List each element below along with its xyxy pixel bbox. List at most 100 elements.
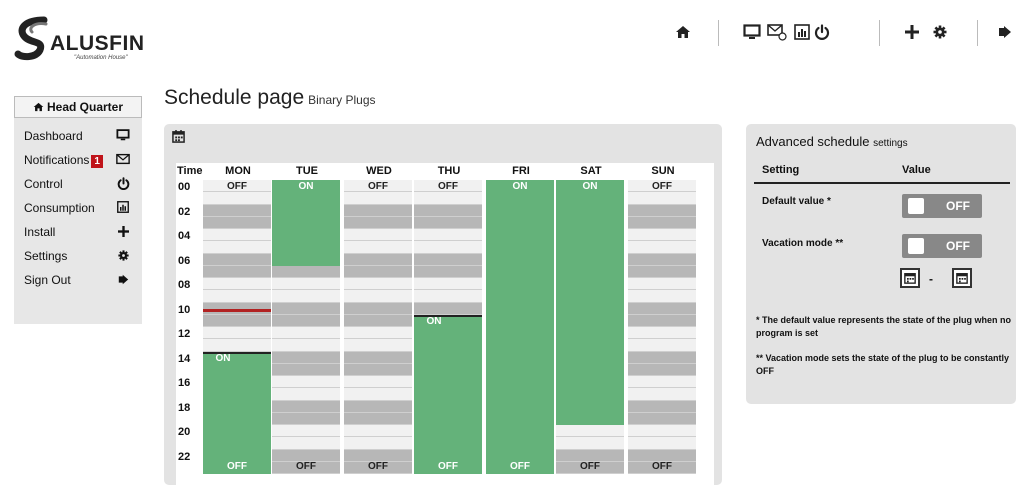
schedule-slot[interactable] [272, 314, 340, 327]
sidebar-location-button[interactable]: Head Quarter [14, 96, 142, 118]
on-period-block[interactable] [272, 180, 340, 266]
schedule-slot[interactable] [414, 302, 482, 315]
schedule-slot[interactable] [272, 363, 340, 376]
schedule-slot[interactable] [628, 376, 696, 389]
schedule-slot[interactable] [272, 351, 340, 364]
schedule-slot[interactable] [203, 253, 271, 266]
schedule-slot[interactable] [344, 412, 412, 425]
schedule-slot[interactable] [344, 192, 412, 205]
on-period-block[interactable] [203, 351, 271, 474]
schedule-slot[interactable] [344, 425, 412, 438]
schedule-slot[interactable] [272, 265, 340, 278]
schedule-slot[interactable] [272, 290, 340, 303]
schedule-slot[interactable] [344, 376, 412, 389]
schedule-slot[interactable] [414, 204, 482, 217]
schedule-slot[interactable] [344, 216, 412, 229]
schedule-slot[interactable] [344, 229, 412, 242]
schedule-slot[interactable] [628, 363, 696, 376]
power-icon[interactable] [812, 22, 832, 42]
calendar-icon[interactable] [172, 130, 185, 148]
schedule-slot[interactable] [344, 327, 412, 340]
sidebar-item-settings[interactable]: Settings [14, 244, 142, 268]
schedule-slot[interactable] [344, 253, 412, 266]
schedule-slot[interactable] [628, 425, 696, 438]
schedule-slot[interactable] [628, 314, 696, 327]
schedule-slot[interactable] [628, 327, 696, 340]
schedule-slot[interactable] [628, 437, 696, 450]
schedule-slot[interactable] [344, 449, 412, 462]
schedule-slot[interactable] [628, 265, 696, 278]
schedule-slot[interactable] [414, 216, 482, 229]
schedule-slot[interactable] [628, 412, 696, 425]
sidebar-item-sign-out[interactable]: Sign Out [14, 268, 142, 292]
sidebar-item-notifications[interactable]: Notifications 1 [14, 148, 142, 172]
schedule-slot[interactable] [203, 314, 271, 327]
schedule-slot[interactable] [414, 253, 482, 266]
schedule-slot[interactable] [628, 351, 696, 364]
vacation-end-date-button[interactable] [952, 268, 972, 288]
sidebar-item-control[interactable]: Control [14, 172, 142, 196]
schedule-slot[interactable] [344, 363, 412, 376]
schedule-slot[interactable] [203, 339, 271, 352]
schedule-slot[interactable] [203, 241, 271, 254]
schedule-slot[interactable] [628, 253, 696, 266]
schedule-slot[interactable] [414, 192, 482, 205]
default-value-toggle[interactable]: OFF [902, 194, 982, 218]
schedule-slot[interactable] [203, 204, 271, 217]
schedule-slot[interactable] [272, 376, 340, 389]
schedule-slot[interactable] [203, 216, 271, 229]
schedule-slot[interactable] [414, 278, 482, 291]
brand-logo[interactable]: ALUSFIN "Automation House" [14, 14, 154, 64]
schedule-slot[interactable] [556, 449, 624, 462]
vacation-mode-toggle[interactable]: OFF [902, 234, 982, 258]
schedule-slot[interactable] [628, 302, 696, 315]
schedule-slot[interactable] [628, 449, 696, 462]
schedule-slot[interactable] [272, 278, 340, 291]
on-period-block[interactable] [556, 180, 624, 425]
sidebar-item-dashboard[interactable]: Dashboard [14, 124, 142, 148]
schedule-slot[interactable] [203, 192, 271, 205]
schedule-slot[interactable] [628, 278, 696, 291]
schedule-slot[interactable] [628, 192, 696, 205]
schedule-slot[interactable] [203, 278, 271, 291]
sidebar-item-install[interactable]: Install [14, 220, 142, 244]
schedule-slot[interactable] [203, 327, 271, 340]
schedule-slot[interactable] [272, 327, 340, 340]
schedule-slot[interactable] [203, 265, 271, 278]
schedule-slot[interactable] [628, 229, 696, 242]
schedule-slot[interactable] [344, 351, 412, 364]
home-icon[interactable] [673, 22, 693, 42]
schedule-slot[interactable] [344, 290, 412, 303]
schedule-slot[interactable] [628, 241, 696, 254]
schedule-slot[interactable] [344, 278, 412, 291]
schedule-slot[interactable] [344, 339, 412, 352]
schedule-slot[interactable] [344, 302, 412, 315]
on-period-block[interactable] [414, 314, 482, 474]
schedule-slot[interactable] [344, 204, 412, 217]
schedule-slot[interactable] [272, 449, 340, 462]
schedule-slot[interactable] [628, 216, 696, 229]
schedule-slot[interactable] [272, 400, 340, 413]
schedule-slot[interactable] [344, 400, 412, 413]
mail-icon[interactable] [766, 22, 788, 42]
schedule-slot[interactable] [344, 388, 412, 401]
schedule-slot[interactable] [628, 339, 696, 352]
schedule-slot[interactable] [272, 302, 340, 315]
schedule-slot[interactable] [344, 265, 412, 278]
schedule-slot[interactable] [628, 290, 696, 303]
schedule-slot[interactable] [344, 437, 412, 450]
vacation-start-date-button[interactable] [900, 268, 920, 288]
schedule-slot[interactable] [344, 241, 412, 254]
schedule-slot[interactable] [272, 412, 340, 425]
schedule-slot[interactable] [272, 437, 340, 450]
schedule-slot[interactable] [272, 339, 340, 352]
chart-icon[interactable] [792, 22, 812, 42]
desktop-icon[interactable] [742, 22, 762, 42]
schedule-slot[interactable] [272, 425, 340, 438]
schedule-slot[interactable] [203, 290, 271, 303]
schedule-slot[interactable] [628, 204, 696, 217]
schedule-slot[interactable] [203, 229, 271, 242]
schedule-slot[interactable] [414, 265, 482, 278]
schedule-slot[interactable] [628, 400, 696, 413]
schedule-slot[interactable] [414, 241, 482, 254]
